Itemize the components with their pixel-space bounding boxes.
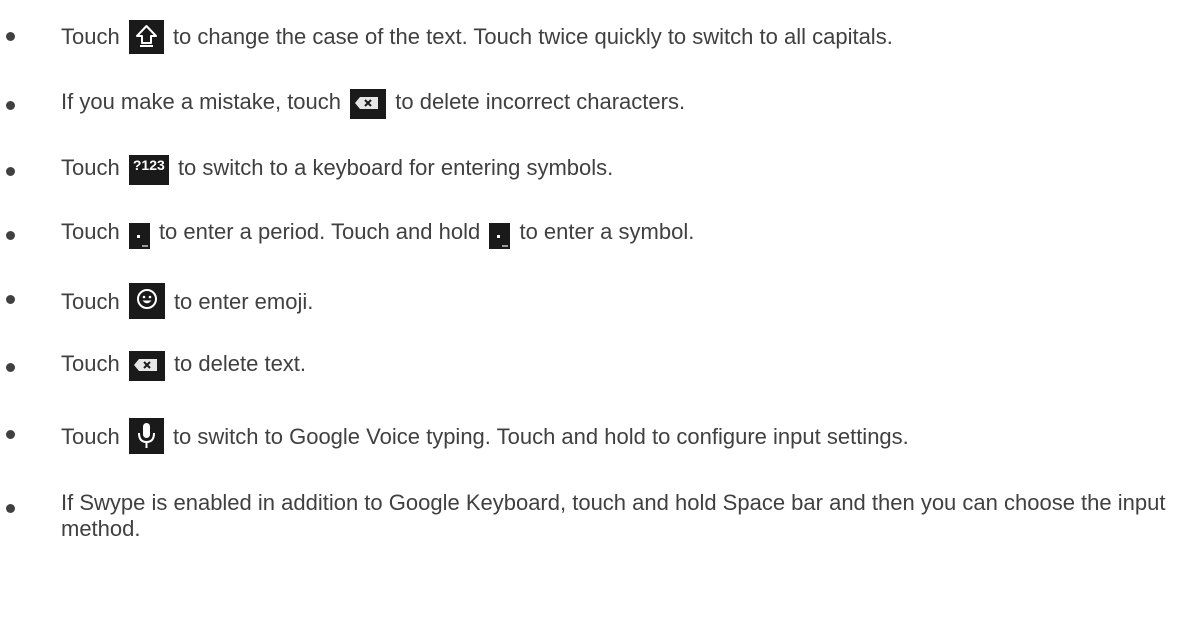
list-item-text: If Swype is enabled in addition to Googl… <box>61 490 1166 541</box>
delete-icon <box>350 89 387 119</box>
item-text-before: Touch <box>61 155 126 180</box>
microphone-icon <box>128 418 164 454</box>
emoji-icon <box>128 283 165 319</box>
item-text-before: Touch <box>61 289 126 314</box>
item-text-after: to enter emoji. <box>167 289 314 314</box>
list-item-text: If you make a mistake, touch to delete i… <box>61 87 686 119</box>
list-item-text: Touch to change the case of the text. To… <box>61 18 893 54</box>
list-item-text: Touch to enter a period. Touch and hold … <box>61 217 695 249</box>
period-key-icon <box>128 223 150 249</box>
list-item-text: Touch to delete text. <box>61 349 307 381</box>
bullet <box>6 504 15 513</box>
item-text-after: to delete text. <box>167 351 307 376</box>
instruction-list: Touch to change the case of the text. To… <box>0 0 1202 644</box>
item-text-middle: to enter a period. Touch and hold <box>152 219 487 244</box>
item-text-before: Touch <box>61 24 126 49</box>
item-text-after: to switch to a keyboard for entering sym… <box>171 155 614 180</box>
item-text-after: to switch to Google Voice typing. Touch … <box>166 424 909 449</box>
symbols-key-icon: ?123 <box>128 155 169 185</box>
shift-icon <box>128 20 164 54</box>
delete-icon <box>128 351 165 381</box>
item-text-before: Touch <box>61 219 126 244</box>
symbols-key-label: ?123 <box>132 157 165 173</box>
period-key-icon <box>489 223 511 249</box>
item-text-before: Touch <box>61 424 126 449</box>
list-item-text: Touch to enter emoji. <box>61 281 314 319</box>
bullet <box>6 363 15 372</box>
item-text-after: to delete incorrect characters. <box>389 89 686 114</box>
item-text-after: to change the case of the text. Touch tw… <box>166 24 893 49</box>
bullet <box>6 295 15 304</box>
item-text-before: If you make a mistake, touch <box>61 89 348 114</box>
bullet <box>6 101 15 110</box>
bullet <box>6 231 15 240</box>
bullet <box>6 167 15 176</box>
list-item-text: Touch to switch to Google Voice typing. … <box>61 416 909 454</box>
item-text-before: Touch <box>61 351 126 376</box>
item-text-after: to enter a symbol. <box>513 219 695 244</box>
list-item-text: Touch ?123 to switch to a keyboard for e… <box>61 153 614 185</box>
bullet <box>6 430 15 439</box>
bullet <box>6 32 15 41</box>
